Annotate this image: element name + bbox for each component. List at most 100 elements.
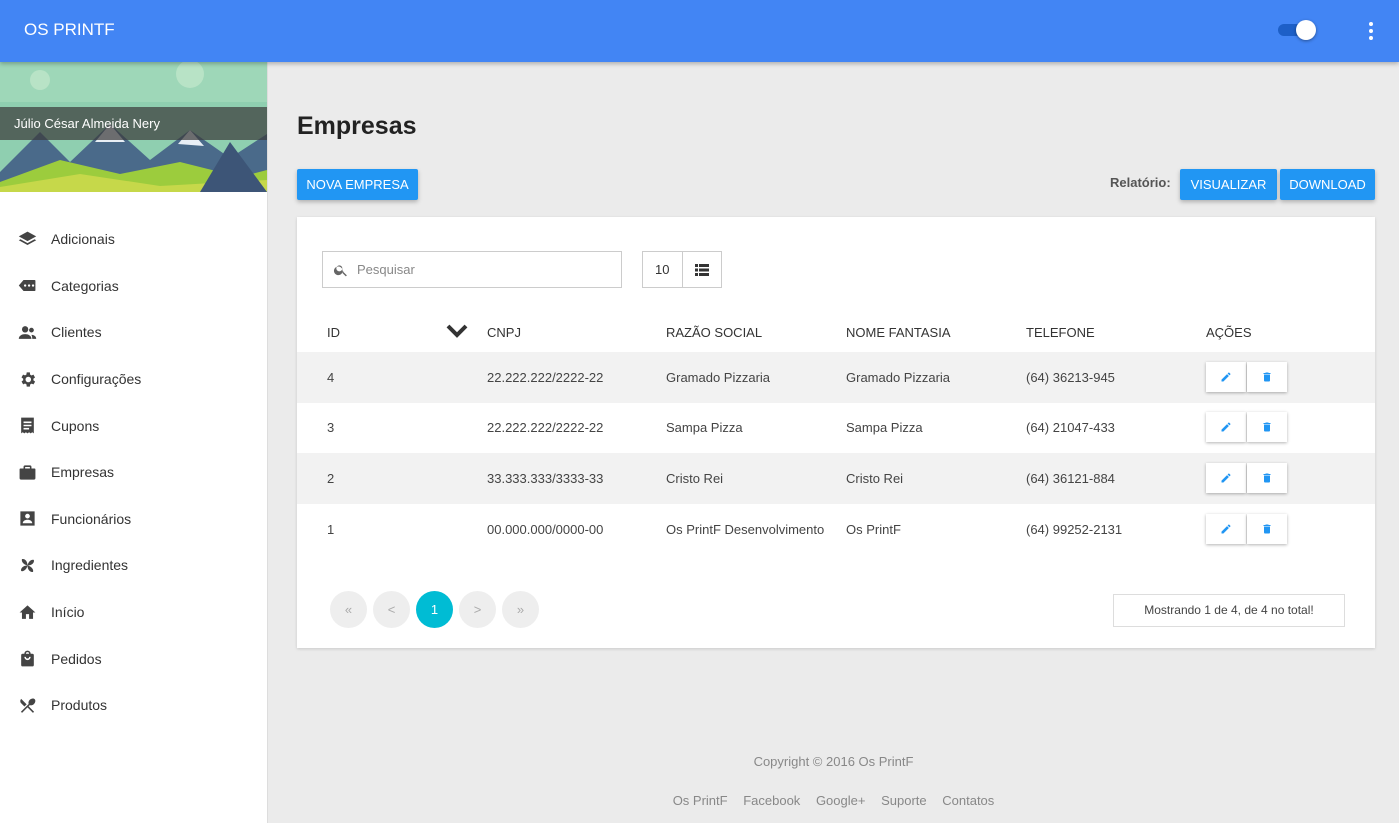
sidebar-item-clientes[interactable]: Clientes bbox=[0, 309, 267, 356]
sidebar-item-adicionais[interactable]: Adicionais bbox=[0, 216, 267, 263]
sidebar-item-label: Cupons bbox=[51, 417, 100, 434]
sidebar-item-categorias[interactable]: Categorias bbox=[0, 263, 267, 310]
list-icon bbox=[694, 263, 709, 276]
column-header-telefone[interactable]: TELEFONE bbox=[1026, 325, 1095, 340]
cell-id: 3 bbox=[327, 420, 335, 435]
edit-button[interactable] bbox=[1206, 362, 1246, 392]
sidebar-item-label: Adicionais bbox=[51, 231, 115, 248]
table-row: 3 22.222.222/2222-22 Sampa Pizza Sampa P… bbox=[297, 402, 1375, 453]
sidebar-item-label: Funcionários bbox=[51, 510, 132, 527]
column-header-cnpj[interactable]: CNPJ bbox=[487, 325, 521, 340]
sidebar-item-label: Produtos bbox=[51, 697, 108, 714]
page-size-control: 10 bbox=[642, 251, 722, 288]
trash-icon bbox=[1263, 473, 1271, 483]
pagination-next-button[interactable]: > bbox=[459, 591, 496, 628]
sidebar-item-label: Clientes bbox=[51, 324, 102, 341]
pencil-icon bbox=[1221, 473, 1231, 483]
sidebar-item-label: Empresas bbox=[51, 464, 115, 481]
page-title: Empresas bbox=[297, 112, 417, 140]
page-size-value[interactable]: 10 bbox=[643, 252, 683, 287]
receipt-icon bbox=[21, 417, 34, 434]
cell-telefone: (64) 99252-2131 bbox=[1026, 522, 1123, 537]
sidebar-item-label: Configurações bbox=[51, 371, 142, 388]
cell-razao-social: Os PrintF Desenvolvimento bbox=[666, 522, 825, 537]
cell-id: 4 bbox=[327, 370, 335, 385]
column-header-nome-fantasia[interactable]: NOME FANTASIA bbox=[846, 325, 951, 340]
cell-razao-social: Cristo Rei bbox=[666, 471, 724, 486]
cell-cnpj: 00.000.000/0000-00 bbox=[487, 522, 604, 537]
new-company-button[interactable]: NOVA EMPRESA bbox=[297, 169, 418, 200]
search-icon bbox=[333, 264, 347, 276]
footer-link-osprintf[interactable]: Os PrintF bbox=[673, 793, 728, 808]
pagination-last-button[interactable]: » bbox=[502, 591, 539, 628]
sidebar-item-cupons[interactable]: Cupons bbox=[0, 402, 267, 449]
sidebar-item-empresas[interactable]: Empresas bbox=[0, 449, 267, 496]
cell-cnpj: 22.222.222/2222-22 bbox=[487, 420, 604, 435]
delete-button[interactable] bbox=[1247, 463, 1287, 493]
footer-link-suporte[interactable]: Suporte bbox=[881, 793, 927, 808]
pencil-icon bbox=[1221, 422, 1231, 432]
cell-nome-fantasia: Cristo Rei bbox=[846, 471, 904, 486]
app-title: OS PRINTF bbox=[24, 20, 115, 39]
sidebar-item-inicio[interactable]: Início bbox=[0, 589, 267, 636]
sidebar-item-pedidos[interactable]: Pedidos bbox=[0, 635, 267, 682]
briefcase-icon bbox=[19, 465, 36, 480]
delete-button[interactable] bbox=[1247, 362, 1287, 392]
edit-button[interactable] bbox=[1206, 463, 1246, 493]
cell-cnpj: 33.333.333/3333-33 bbox=[487, 471, 604, 486]
profile-header: Júlio César Almeida Nery bbox=[0, 62, 267, 192]
home-icon bbox=[19, 604, 36, 619]
edit-button[interactable] bbox=[1206, 412, 1246, 442]
pagination-first-button[interactable]: « bbox=[330, 591, 367, 628]
gear-icon bbox=[21, 371, 36, 387]
delete-button[interactable] bbox=[1247, 514, 1287, 544]
sidebar-item-label: Pedidos bbox=[51, 650, 102, 667]
footer-link-facebook[interactable]: Facebook bbox=[743, 793, 800, 808]
sidebar-item-ingredientes[interactable]: Ingredientes bbox=[0, 542, 267, 589]
companies-card: 10 ID CNPJ RAZÃO SOCIAL NOME FANTASIA TE… bbox=[297, 217, 1375, 648]
sidebar-item-produtos[interactable]: Produtos bbox=[0, 682, 267, 729]
search-input[interactable] bbox=[357, 262, 607, 277]
table-row: 1 00.000.000/0000-00 Os PrintF Desenvolv… bbox=[297, 504, 1375, 555]
cell-cnpj: 22.222.222/2222-22 bbox=[487, 370, 604, 385]
column-header-acoes: AÇÕES bbox=[1206, 325, 1252, 340]
table-header: ID CNPJ RAZÃO SOCIAL NOME FANTASIA TELEF… bbox=[297, 315, 1375, 351]
search-field[interactable] bbox=[322, 251, 622, 288]
more-menu-icon[interactable] bbox=[1362, 20, 1380, 42]
pencil-icon bbox=[1221, 524, 1231, 534]
footer-link-googleplus[interactable]: Google+ bbox=[816, 793, 866, 808]
cell-razao-social: Sampa Pizza bbox=[666, 420, 743, 435]
view-report-button[interactable]: VISUALIZAR bbox=[1180, 169, 1277, 200]
trash-icon bbox=[1263, 524, 1271, 534]
trash-icon bbox=[1263, 422, 1271, 432]
cell-id: 2 bbox=[327, 471, 335, 486]
cell-telefone: (64) 21047-433 bbox=[1026, 420, 1115, 435]
cell-telefone: (64) 36121-884 bbox=[1026, 471, 1115, 486]
report-label: Relatório: bbox=[1110, 175, 1171, 190]
edit-button[interactable] bbox=[1206, 514, 1246, 544]
delete-button[interactable] bbox=[1247, 412, 1287, 442]
label-icon bbox=[18, 280, 36, 292]
contact-card-icon bbox=[20, 511, 35, 526]
sidebar-item-funcionarios[interactable]: Funcionários bbox=[0, 496, 267, 543]
sidebar-item-configuracoes[interactable]: Configurações bbox=[0, 356, 267, 403]
pencil-icon bbox=[1221, 372, 1231, 382]
layers-icon bbox=[18, 231, 37, 245]
utensils-icon bbox=[20, 698, 36, 713]
top-app-bar: OS PRINTF bbox=[0, 0, 1399, 62]
people-icon bbox=[18, 326, 37, 339]
pinwheel-icon bbox=[21, 558, 34, 572]
column-header-id[interactable]: ID bbox=[327, 325, 340, 340]
column-header-razao-social[interactable]: RAZÃO SOCIAL bbox=[666, 325, 762, 340]
list-view-button[interactable] bbox=[683, 252, 722, 287]
pagination-prev-button[interactable]: < bbox=[373, 591, 410, 628]
cell-id: 1 bbox=[327, 522, 335, 537]
theme-toggle[interactable] bbox=[1278, 20, 1316, 40]
sort-chevron-down-icon[interactable] bbox=[446, 323, 468, 339]
table-row: 4 22.222.222/2222-22 Gramado Pizzaria Gr… bbox=[297, 352, 1375, 403]
download-report-button[interactable]: DOWNLOAD bbox=[1280, 169, 1375, 200]
footer-link-contatos[interactable]: Contatos bbox=[942, 793, 994, 808]
cell-razao-social: Gramado Pizzaria bbox=[666, 370, 771, 385]
pagination-page-1[interactable]: 1 bbox=[416, 591, 453, 628]
sidebar-item-label: Ingredientes bbox=[51, 557, 129, 574]
